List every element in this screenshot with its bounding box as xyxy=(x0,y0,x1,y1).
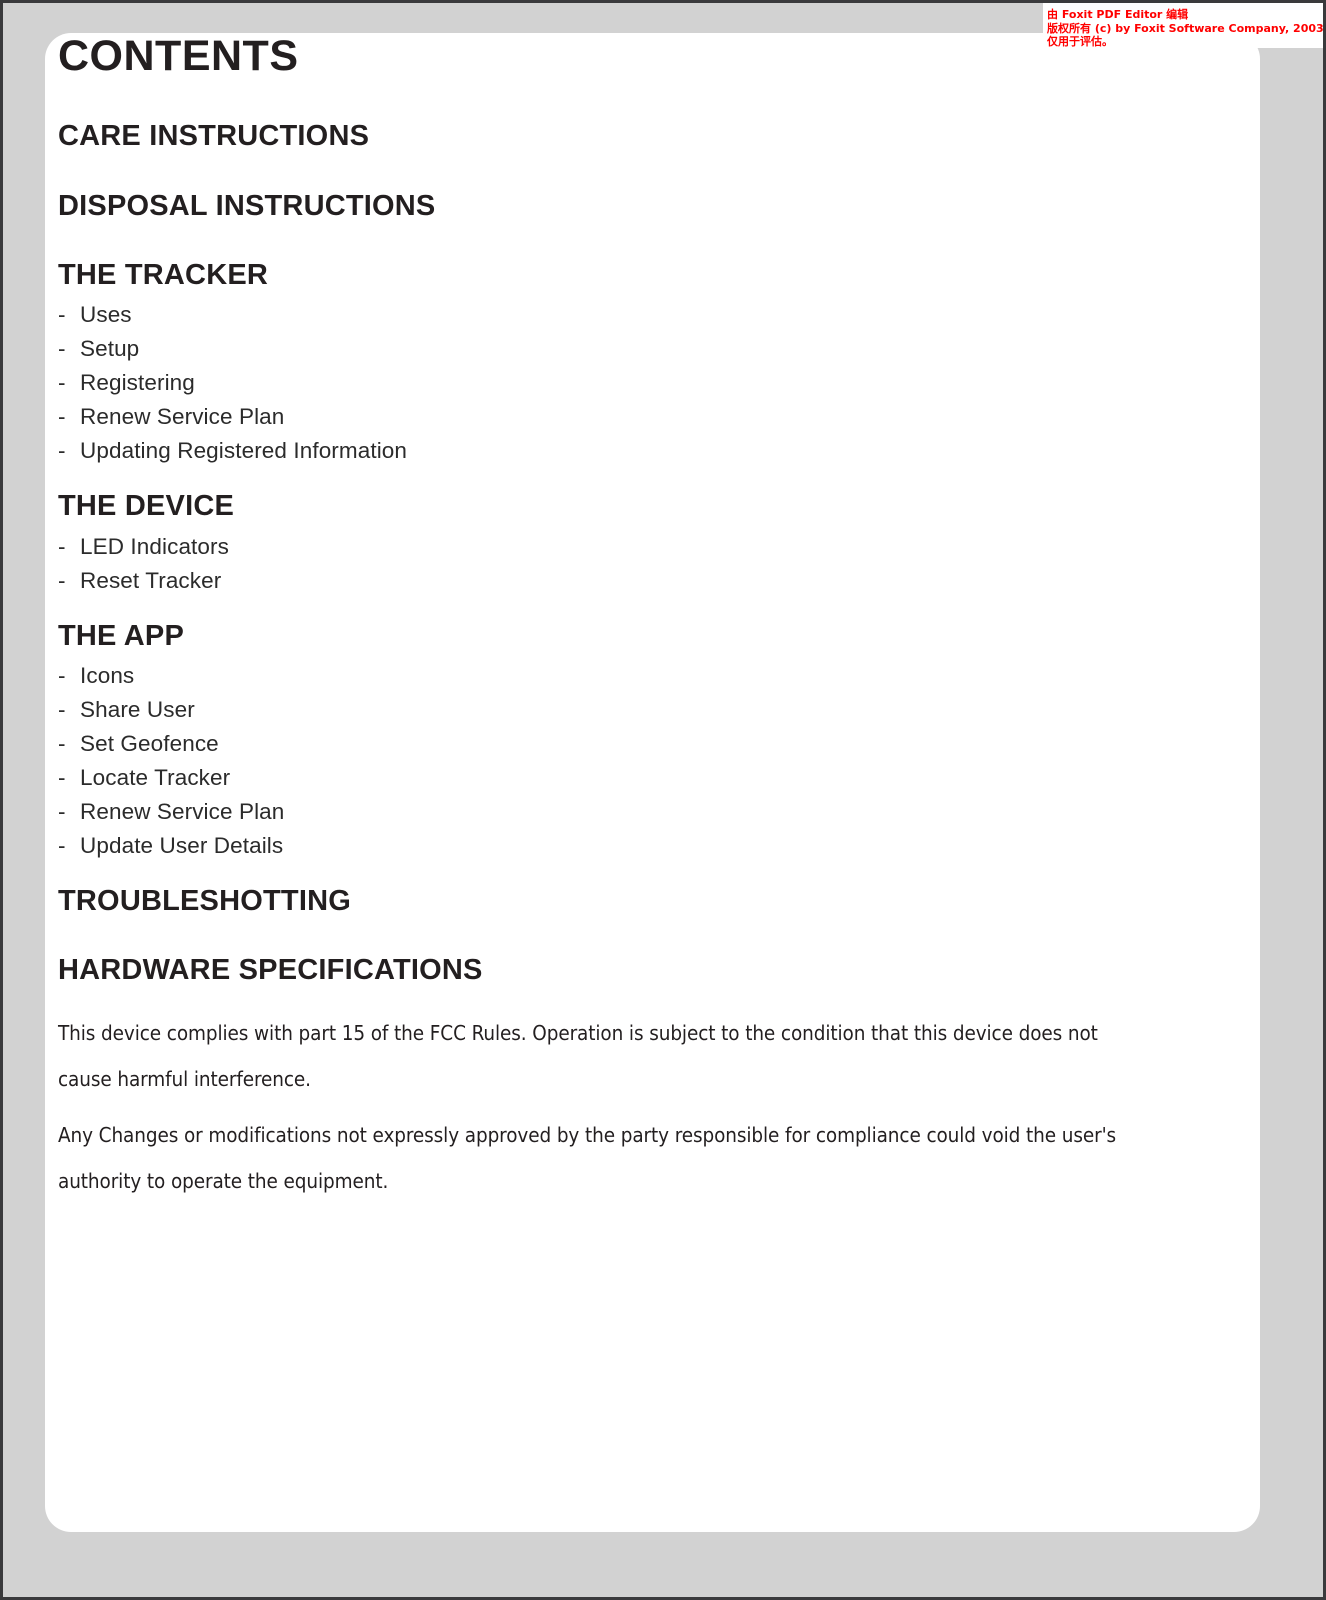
list-item-label: Locate Tracker xyxy=(80,765,231,791)
bullet-dash: - xyxy=(58,302,66,328)
list-item: - Renew Service Plan xyxy=(58,795,1218,829)
list-item: - Reset Tracker xyxy=(58,564,1218,598)
bullet-dash: - xyxy=(58,663,66,689)
paragraph-line: Any Changes or modifications not express… xyxy=(58,1122,1117,1147)
list-item-label: Uses xyxy=(80,302,132,328)
section-the-tracker: THE TRACKER - Uses - Setup - Registering -R… xyxy=(58,259,1218,468)
section-the-device: THE DEVICE - LED Indicators - Reset Tracke… xyxy=(58,490,1218,597)
list-item-label: Set Geofence xyxy=(80,731,219,757)
section-heading: TROUBLESHOTTING xyxy=(58,885,351,918)
section-heading: CARE INSTRUCTIONS xyxy=(58,120,370,153)
list-item: - Registering xyxy=(58,366,1218,400)
section-heading: DISPOSAL INSTRUCTIONS xyxy=(58,189,436,222)
section-hardware-specifications: HARDWARE SPECIFICATIONS xyxy=(58,954,1218,987)
list-item-label: Update User Details xyxy=(80,833,284,859)
list-item-label: Updating Registered Information xyxy=(80,438,408,464)
list-item: - LED Indicators xyxy=(58,530,1218,564)
section-item-list: - LED Indicators - Reset Tracker xyxy=(58,530,1218,598)
section-item-list: - Icons - Share User - Set Geofence - Locate… xyxy=(58,659,1218,863)
document-content: CONTENTS CARE INSTRUCTIONS DISPOSAL INST… xyxy=(58,32,1218,1204)
list-item-label: Registering xyxy=(80,370,195,396)
modifications-notice-paragraph: Any Changes or modifications not express… xyxy=(58,1112,1218,1204)
list-item-label: Icons xyxy=(80,663,135,689)
list-item-label: Reset Tracker xyxy=(80,567,222,593)
fcc-compliance-paragraph: This device complies with part 15 of the… xyxy=(58,1010,1218,1102)
watermark-line-2: 版权所有 (c) by Foxit Software Company, 2003… xyxy=(1047,21,1324,35)
list-item: - Setup xyxy=(58,332,1218,366)
screenshot-canvas: 由 Foxit PDF Editor 编辑 版权所有 (c) by Foxit … xyxy=(0,0,1326,1600)
list-item-label: Setup xyxy=(80,336,140,362)
list-item-label: Share User xyxy=(80,697,195,723)
section-the-app: THE APP - Icons - Share User - Set Geofence… xyxy=(58,620,1218,863)
list-item: - Icons xyxy=(58,659,1218,693)
bullet-dash: - xyxy=(58,697,66,723)
foxit-watermark: 由 Foxit PDF Editor 编辑 版权所有 (c) by Foxit … xyxy=(1047,8,1324,49)
bullet-dash: - xyxy=(58,404,66,430)
list-item-label: Renew Service Plan xyxy=(80,799,285,825)
bullet-dash: - xyxy=(58,336,66,362)
section-heading: THE TRACKER xyxy=(58,258,269,291)
bullet-dash: - xyxy=(58,799,66,825)
paragraph-line: cause harmful interference. xyxy=(58,1066,311,1091)
bullet-dash: - xyxy=(58,533,66,559)
bullet-dash: - xyxy=(58,567,66,593)
list-item: - Share User xyxy=(58,693,1218,727)
paragraph-line: authority to operate the equipment. xyxy=(58,1168,389,1193)
list-item: - Updating Registered Information xyxy=(58,434,1218,468)
bullet-dash: - xyxy=(58,833,66,859)
paragraph-line: This device complies with part 15 of the… xyxy=(58,1020,1098,1045)
list-item-label: Renew Service Plan xyxy=(80,404,285,430)
list-item: - Update User Details xyxy=(58,829,1218,863)
bullet-dash: - xyxy=(58,765,66,791)
list-item: - Set Geofence xyxy=(58,727,1218,761)
bullet-dash: - xyxy=(58,370,66,396)
bullet-dash: - xyxy=(58,731,66,757)
section-troubleshotting: TROUBLESHOTTING xyxy=(58,885,1218,918)
section-heading: HARDWARE SPECIFICATIONS xyxy=(58,954,483,987)
watermark-line-1: 由 Foxit PDF Editor 编辑 xyxy=(1047,8,1189,21)
watermark-line-3: 仅用于评估。 xyxy=(1047,35,1113,48)
list-item: - Locate Tracker xyxy=(58,761,1218,795)
list-item-label: LED Indicators xyxy=(80,533,229,559)
section-disposal-instructions: DISPOSAL INSTRUCTIONS xyxy=(58,190,1218,223)
bullet-dash: - xyxy=(58,438,66,464)
section-heading: THE APP xyxy=(58,619,185,652)
section-heading: THE DEVICE xyxy=(58,490,235,523)
section-care-instructions: CARE INSTRUCTIONS xyxy=(58,120,1218,153)
section-item-list: - Uses - Setup - Registering - Renew Service… xyxy=(58,298,1218,468)
list-item: - Uses xyxy=(58,298,1218,332)
list-item: - Renew Service Plan xyxy=(58,400,1218,434)
